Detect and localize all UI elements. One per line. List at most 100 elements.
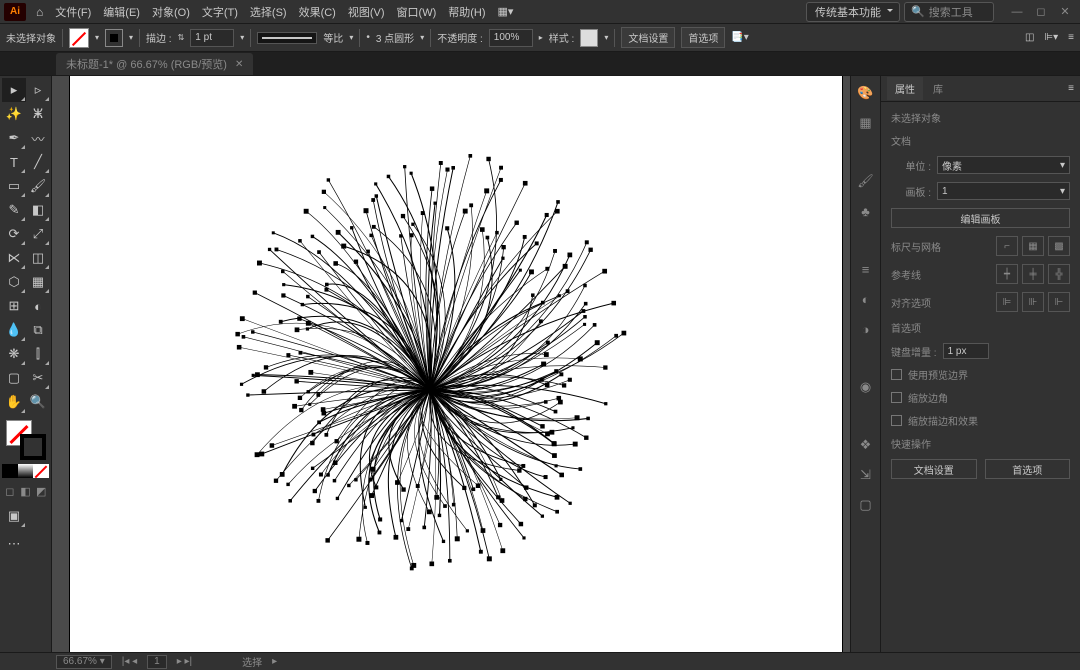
panel-dock-icon[interactable]: ◫ [1025, 32, 1034, 43]
style-swatch[interactable] [580, 29, 598, 47]
fill-stroke-indicator[interactable] [2, 420, 49, 460]
chevron-right-icon[interactable]: ▸ [272, 656, 277, 667]
screen-mode-tool[interactable]: ▣ [2, 504, 26, 528]
curvature-tool[interactable]: 〰 [26, 126, 50, 150]
chk-scale-corners[interactable]: 缩放边角 [891, 390, 1070, 405]
snap-pixel-icon[interactable]: ⊫ [996, 292, 1018, 312]
home-icon[interactable]: ⌂ [36, 5, 43, 19]
shape-builder-tool[interactable]: ⬡ [2, 270, 26, 294]
eraser-tool[interactable]: ◧ [26, 198, 50, 222]
line-tool[interactable]: ╱ [26, 150, 50, 174]
arrange-icon[interactable]: ⊫▾ [1044, 32, 1058, 43]
swatches-panel-icon[interactable]: ▦ [855, 112, 877, 134]
document-tab[interactable]: 未标题-1* @ 66.67% (RGB/预览) ✕ [56, 53, 253, 75]
zoom-tool[interactable]: 🔍 [26, 390, 50, 414]
color-gradient[interactable] [18, 464, 34, 478]
edit-toolbar-button[interactable]: ⋯ [2, 532, 26, 556]
fill-swatch[interactable] [69, 28, 89, 48]
artboard-nav-prev-icon[interactable]: |◂ ◂ [122, 656, 137, 667]
window-close[interactable]: ✕ [1054, 4, 1076, 20]
paintbrush-tool[interactable]: 🖌 [26, 174, 50, 198]
artboard[interactable] [70, 76, 842, 652]
guides-lock-icon[interactable]: ╪ [1022, 264, 1044, 284]
rectangle-tool[interactable]: ▭ [2, 174, 26, 198]
opacity-input[interactable] [489, 29, 533, 47]
shaper-tool[interactable]: ✎ [2, 198, 26, 222]
selection-tool[interactable]: ▸ [2, 78, 26, 102]
chevron-down-icon[interactable]: ▾ [349, 33, 353, 42]
unit-dropdown[interactable]: 像素▾ [937, 156, 1070, 174]
arrange-docs-icon[interactable]: ▦▾ [492, 0, 520, 23]
menu-view[interactable]: 视图(V) [342, 0, 391, 23]
menu-help[interactable]: 帮助(H) [442, 0, 491, 23]
guides-visibility-icon[interactable]: ┿ [996, 264, 1018, 284]
width-tool[interactable]: ⋉ [2, 246, 26, 270]
chk-scale-strokes[interactable]: 缩放描边和效果 [891, 413, 1070, 428]
chevron-down-icon[interactable]: ▾ [129, 33, 133, 42]
brushes-panel-icon[interactable]: 🖌 [855, 170, 877, 192]
tab-properties[interactable]: 属性 [887, 77, 923, 100]
snap-point-icon[interactable]: ⊪ [1022, 292, 1044, 312]
menu-type[interactable]: 文字(T) [196, 0, 244, 23]
chevron-down-icon[interactable]: ▾ [420, 33, 424, 42]
gradient-panel-icon[interactable]: ◐ [855, 288, 877, 310]
search-tools[interactable]: 🔍 搜索工具 [904, 2, 994, 22]
artboard-nav-next-icon[interactable]: ▸ ▸| [177, 656, 192, 667]
magic-wand-tool[interactable]: ✨ [2, 102, 26, 126]
panel-menu-icon[interactable]: ≡ [1068, 32, 1074, 43]
hand-tool[interactable]: ✋ [2, 390, 26, 414]
chevron-down-icon[interactable]: ▾ [604, 33, 608, 42]
direct-selection-tool[interactable]: ▹ [26, 78, 50, 102]
layers-panel-icon[interactable]: ❖ [855, 434, 877, 456]
transparency-panel-icon[interactable]: ◑ [855, 318, 877, 340]
pen-tool[interactable]: ✒ [2, 126, 26, 150]
stroke-swatch[interactable] [105, 29, 123, 47]
type-tool[interactable]: T [2, 150, 26, 174]
window-minimize[interactable]: — [1006, 4, 1028, 20]
slice-tool[interactable]: ✂ [26, 366, 50, 390]
stroke-indicator[interactable] [20, 434, 46, 460]
brush-profile-preview[interactable] [257, 32, 317, 44]
gradient-tool[interactable]: ◐ [26, 294, 50, 318]
grid-icon[interactable]: ▦ [1022, 236, 1044, 256]
menu-effect[interactable]: 效果(C) [293, 0, 342, 23]
smart-guides-icon[interactable]: ╬ [1048, 264, 1070, 284]
free-transform-tool[interactable]: ◫ [26, 246, 50, 270]
doc-setup-button[interactable]: 文档设置 [621, 27, 675, 48]
draw-behind[interactable]: ◧ [18, 482, 34, 500]
canvas-area[interactable] [52, 76, 850, 652]
chevron-down-icon[interactable]: ▾ [240, 33, 244, 42]
prefs-button[interactable]: 首选项 [985, 459, 1071, 479]
zoom-field[interactable]: 66.67% ▾ [56, 655, 112, 669]
draw-inside[interactable]: ◩ [33, 482, 49, 500]
snap-grid-icon[interactable]: ⊩ [1048, 292, 1070, 312]
artboard-nav-field[interactable]: 1 [147, 655, 167, 669]
prefs-button[interactable]: 首选项 [681, 27, 725, 48]
lasso-tool[interactable]: ⵥ [26, 102, 50, 126]
menu-file[interactable]: 文件(F) [49, 0, 97, 23]
mesh-tool[interactable]: ⊞ [2, 294, 26, 318]
close-tab-icon[interactable]: ✕ [235, 59, 243, 70]
doc-setup-button[interactable]: 文档设置 [891, 459, 977, 479]
menu-object[interactable]: 对象(O) [146, 0, 196, 23]
stroke-stepper-up-icon[interactable]: ⇅ [178, 33, 185, 42]
artboard-dropdown[interactable]: 1▾ [937, 182, 1070, 200]
eyedropper-tool[interactable]: 💧 [2, 318, 26, 342]
artboard-tool[interactable]: ▢ [2, 366, 26, 390]
stroke-weight-input[interactable] [190, 29, 234, 47]
tab-libraries[interactable]: 库 [925, 77, 951, 100]
key-increment-input[interactable] [943, 343, 989, 359]
menu-select[interactable]: 选择(S) [244, 0, 293, 23]
window-maximize[interactable]: ◻ [1030, 4, 1052, 20]
chk-preview-bounds[interactable]: 使用预览边界 [891, 367, 1070, 382]
transparency-grid-icon[interactable]: ▩ [1048, 236, 1070, 256]
appearance-panel-icon[interactable]: ◉ [855, 376, 877, 398]
symbols-panel-icon[interactable]: ♣ [855, 200, 877, 222]
scale-tool[interactable]: ⤢ [26, 222, 50, 246]
rotate-tool[interactable]: ⟳ [2, 222, 26, 246]
color-none[interactable] [33, 464, 49, 478]
panel-menu-icon[interactable]: ≡ [1068, 83, 1074, 94]
menu-edit[interactable]: 编辑(E) [97, 0, 146, 23]
stroke-panel-icon[interactable]: ≡ [855, 258, 877, 280]
artboards-panel-icon[interactable]: ▢ [855, 494, 877, 516]
